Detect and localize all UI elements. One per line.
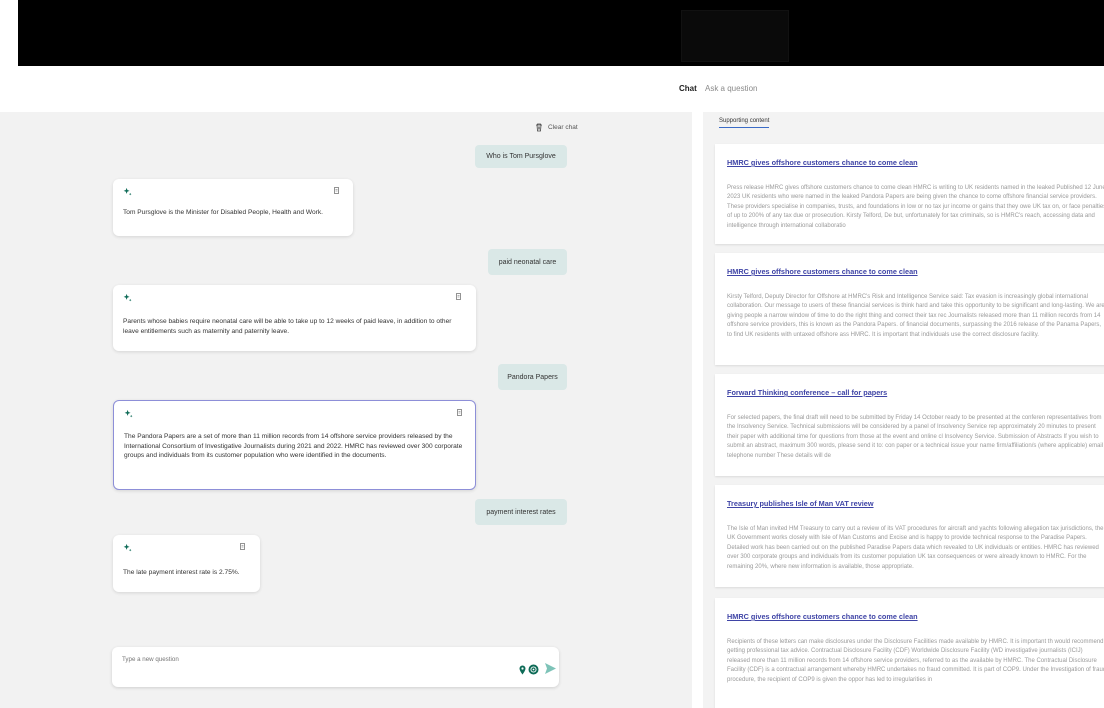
nav-bar: Chat Ask a question	[0, 66, 1104, 112]
top-banner	[18, 0, 1104, 66]
supporting-card-body: Press release HMRC gives offshore custom…	[727, 185, 1104, 229]
copy-icon[interactable]	[333, 187, 340, 195]
clear-chat-button[interactable]: Clear chat	[534, 122, 578, 132]
globe-icon[interactable]	[528, 664, 539, 675]
supporting-card-title[interactable]: HMRC gives offshore customers chance to …	[727, 158, 918, 167]
supporting-card-body: The Isle of Man invited HM Treasury to c…	[727, 526, 1104, 570]
chat-panel: Clear chat Who is Tom Pursglove Tom Purs…	[0, 112, 692, 708]
assistant-message-text: Parents whose babies require neonatal ca…	[123, 318, 452, 335]
user-message-text: Pandora Papers	[507, 373, 558, 381]
sparkle-icon	[124, 409, 133, 418]
copy-icon[interactable]	[455, 293, 462, 301]
supporting-card: Treasury publishes Isle of Man VAT revie…	[715, 485, 1104, 587]
user-message: Who is Tom Pursglove	[475, 145, 567, 168]
tab-ask-question[interactable]: Ask a question	[705, 84, 757, 93]
supporting-card-title[interactable]: Forward Thinking conference – call for p…	[727, 388, 887, 397]
supporting-card: HMRC gives offshore customers chance to …	[715, 598, 1104, 708]
supporting-card: HMRC gives offshore customers chance to …	[715, 253, 1104, 365]
logo-placeholder	[681, 10, 789, 62]
supporting-content-panel: Supporting content HMRC gives offshore c…	[703, 112, 1104, 708]
assistant-message: Parents whose babies require neonatal ca…	[113, 285, 476, 351]
sparkle-icon	[123, 187, 132, 196]
trash-icon	[536, 123, 542, 132]
assistant-message: Tom Pursglove is the Minister for Disabl…	[113, 179, 353, 236]
assistant-message: The Pandora Papers are a set of more tha…	[113, 400, 476, 490]
assistant-message: The late payment interest rate is 2.75%.	[113, 535, 260, 592]
supporting-card-body: For selected papers, the final draft wil…	[727, 415, 1104, 459]
user-message-text: payment interest rates	[486, 508, 556, 516]
question-input[interactable]	[122, 656, 502, 663]
assistant-message-text: The Pandora Papers are a set of more tha…	[124, 433, 463, 459]
copy-icon[interactable]	[456, 409, 463, 417]
sparkle-icon	[123, 543, 132, 552]
user-message: paid neonatal care	[488, 249, 567, 275]
location-pin-icon[interactable]	[518, 665, 527, 675]
sparkle-icon	[123, 293, 132, 302]
supporting-card-title[interactable]: HMRC gives offshore customers chance to …	[727, 267, 918, 276]
user-message-text: paid neonatal care	[498, 258, 557, 266]
tab-supporting-content[interactable]: Supporting content	[719, 118, 770, 128]
assistant-message-text: Tom Pursglove is the Minister for Disabl…	[123, 209, 323, 216]
supporting-card: HMRC gives offshore customers chance to …	[715, 144, 1104, 244]
supporting-card-body: Recipients of these letters can make dis…	[727, 639, 1104, 683]
supporting-card-body: Kirsty Telford, Deputy Director for Offs…	[727, 294, 1104, 338]
question-input-box	[112, 647, 559, 687]
tab-chat[interactable]: Chat	[679, 84, 697, 93]
send-icon[interactable]	[544, 662, 557, 675]
user-message-text: Who is Tom Pursglove	[486, 153, 556, 160]
assistant-message-text: The late payment interest rate is 2.75%.	[123, 569, 240, 576]
user-message: Pandora Papers	[498, 364, 567, 390]
supporting-card-title[interactable]: Treasury publishes Isle of Man VAT revie…	[727, 499, 874, 508]
user-message: payment interest rates	[475, 499, 567, 525]
supporting-card: Forward Thinking conference – call for p…	[715, 374, 1104, 476]
clear-chat-label: Clear chat	[548, 123, 578, 131]
supporting-card-title[interactable]: HMRC gives offshore customers chance to …	[727, 612, 918, 621]
copy-icon[interactable]	[239, 543, 246, 551]
